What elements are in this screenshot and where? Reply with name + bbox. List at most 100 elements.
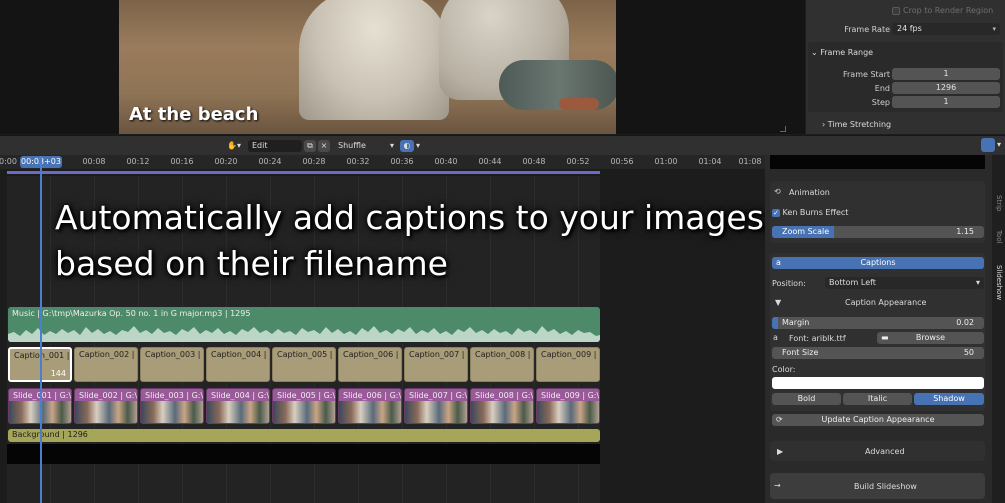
frame-start-label: Frame Start [842,70,890,79]
sequencer-preview: At the beach [0,0,805,134]
margin-slider[interactable]: Margin 0.02 [772,317,984,329]
music-strip[interactable]: Music | G:\tmp\Mazurka Op. 50 no. 1 in G… [8,307,600,342]
slide-thumbnail [207,401,269,423]
empty-channel [7,444,600,464]
advanced-label: Advanced [865,447,905,456]
preview-corner-handle[interactable] [780,126,786,132]
ruler-tick: 00:40 [434,157,458,166]
checkbox-icon [892,6,900,15]
slide-thumbnail [405,401,467,423]
chevron-down-icon: ▾ [389,141,394,150]
tab-slideshow[interactable]: Slideshow [994,265,1003,300]
italic-toggle[interactable]: Italic [843,393,912,405]
frame-range-header[interactable]: ⌄ Frame Range [811,48,873,57]
slide-strip[interactable]: Slide_009 | G:\ [536,388,600,424]
timeline-ruler[interactable]: 0:00 00:08 00:12 00:16 00:20 00:24 00:28… [0,155,765,169]
frame-range-bar [7,171,600,174]
slide-strip[interactable]: Slide_004 | G:\ [206,388,270,424]
mode-field[interactable]: Edit [248,140,302,152]
caption-strip[interactable]: Caption_003 | [140,347,204,382]
end-field[interactable]: 1296 [892,82,1000,94]
slide-strip[interactable]: Slide_002 | G:\ [74,388,138,424]
chevron-right-icon: › [822,120,826,129]
slide-strip[interactable]: Slide_008 | G:\ [470,388,534,424]
caption-icon: a [776,258,781,267]
caption-strip[interactable]: Caption_002 | [74,347,138,382]
step-field[interactable]: 1 [892,96,1000,108]
promo-line-2: based on their filename [55,244,448,283]
audio-waveform [8,326,600,342]
caption-strip[interactable]: Caption_005 | [272,347,336,382]
sidebar-tabs: Strip Tool Slideshow [992,155,1005,503]
color-swatch[interactable] [772,377,984,389]
folder-icon: ▬ [881,333,889,342]
margin-fill [772,317,778,329]
chevron-down-icon[interactable]: ▼ [775,298,781,307]
step-label: Step [871,98,890,107]
copy-icon[interactable]: ⧉ [304,140,316,152]
caption-strip[interactable]: Caption_004 | [206,347,270,382]
timeline-toolbar: ✋▾ Edit ⧉ × Shuffle ▾ ◐ ▾ [0,135,765,155]
slide-strip[interactable]: Slide_007 | G:\ [404,388,468,424]
animation-icon: ⟲ [774,187,781,196]
position-dropdown[interactable]: Bottom Left ▾ [825,277,984,289]
ruler-tick: 01:00 [654,157,678,166]
slide-strip[interactable]: Slide_003 | G:\ [140,388,204,424]
chevron-right-icon: ▶ [777,447,784,456]
slide-thumbnail [75,401,137,423]
update-caption-button[interactable]: ⟳ Update Caption Appearance [772,414,984,426]
time-stretching-header[interactable]: › Time Stretching [822,120,891,129]
ruler-tick: 00:48 [522,157,546,166]
crop-to-render-checkbox[interactable]: Crop to Render Region [892,6,993,15]
chevron-down-icon[interactable]: ▾ [416,140,426,152]
caption-strip[interactable]: Caption_007 | L [404,347,468,382]
strip-frame-count: 144 [50,369,66,378]
color-label: Color: [772,365,796,374]
chevron-down-icon: ⌄ [811,48,818,57]
slide-strip[interactable]: Slide_006 | G:\ [338,388,402,424]
ruler-tick: 00:28 [302,157,326,166]
frame-rate-dropdown[interactable]: 24 fps ▾ [892,23,1000,35]
shuffle-dropdown[interactable]: Shuffle ▾ [338,140,396,152]
caption-appearance-header[interactable]: Caption Appearance [845,298,926,307]
frame-start-field[interactable]: 1 [892,68,1000,80]
playhead-line[interactable] [40,156,42,503]
font-size-field[interactable]: Font Size 50 [772,347,984,359]
font-label: Font: ariblk.ttf [789,334,846,343]
caption-strip[interactable]: Caption_009 | [536,347,600,382]
build-slideshow-label: Build Slideshow [854,482,917,491]
preview-image: At the beach [119,0,616,134]
slide-thumbnail [339,401,401,423]
tab-tool[interactable]: Tool [994,230,1003,244]
ken-burns-checkbox[interactable]: ✓ Ken Burns Effect [772,208,848,217]
overlay-icon[interactable] [981,138,995,152]
preview-person-left [299,0,449,120]
chevron-down-icon[interactable]: ▾ [997,140,1001,149]
caption-strip[interactable]: Caption_006 | [338,347,402,382]
position-label: Position: [772,279,806,288]
ruler-tick: 01:04 [698,157,722,166]
snap-icon[interactable]: ◐ [400,140,414,152]
preview-foot [559,98,599,110]
promo-line-1: Automatically add captions to your image… [55,198,775,237]
caption-strip[interactable]: Caption_008 | [470,347,534,382]
preview-caption-text: At the beach [129,104,259,125]
zoom-scale-slider[interactable]: Zoom Scale 1.15 [772,226,984,238]
frame-rate-label: Frame Rate [844,25,890,34]
captions-header[interactable]: a Captions [772,257,984,269]
browse-button[interactable]: ▬ Browse [877,332,984,344]
close-icon[interactable]: × [318,140,330,152]
font-icon: a [773,333,778,342]
background-strip[interactable]: Background | 1296 [8,429,600,442]
properties-header: ▾ [765,135,1005,155]
slide-thumbnail [471,401,533,423]
slide-strip[interactable]: Slide_005 | G:\ [272,388,336,424]
arrow-right-icon: → [774,481,781,490]
bold-toggle[interactable]: Bold [772,393,841,405]
tab-strip[interactable]: Strip [994,195,1003,211]
slide-thumbnail [141,401,203,423]
ruler-tick: 00:24 [258,157,282,166]
ruler-tick: 00:56 [610,157,634,166]
tool-select-icon[interactable]: ✋▾ [227,140,247,152]
shadow-toggle[interactable]: Shadow [914,393,984,405]
